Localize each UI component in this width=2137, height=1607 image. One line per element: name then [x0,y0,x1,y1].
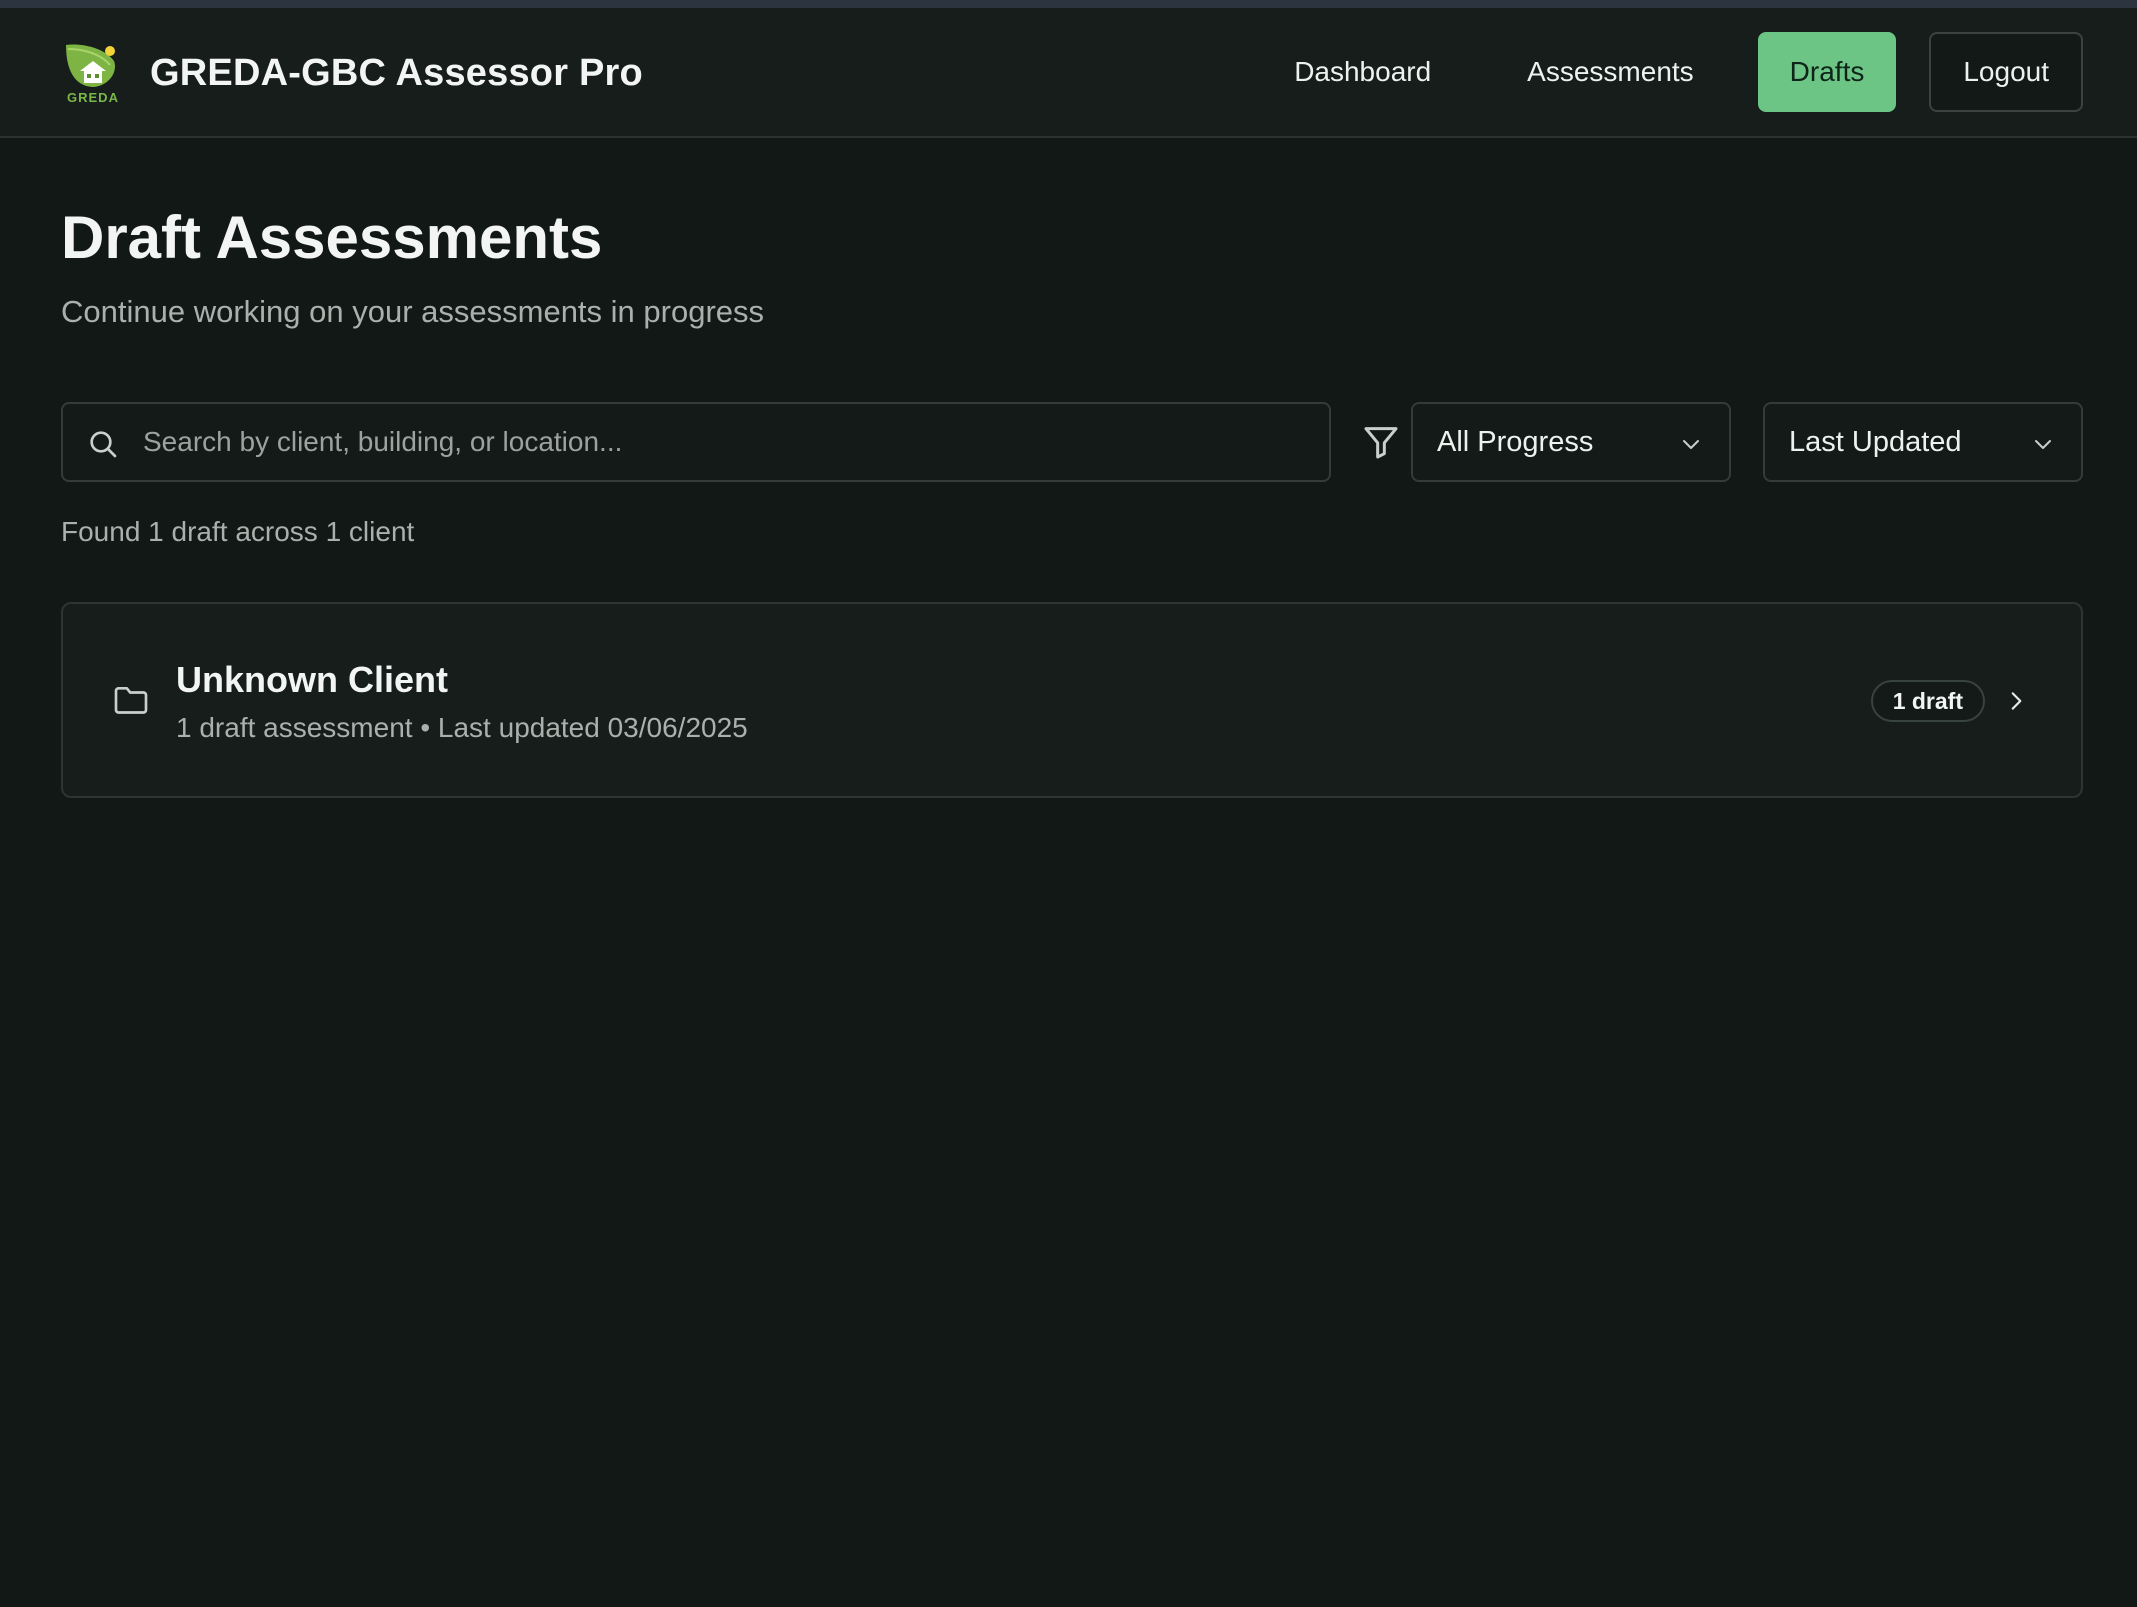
progress-filter-value: All Progress [1437,426,1594,458]
progress-filter-select[interactable]: All Progress [1411,402,1731,482]
sort-value: Last Updated [1789,426,1962,458]
app-title: GREDA-GBC Assessor Pro [150,51,643,94]
window-top-edge [0,0,2137,8]
chevron-right-icon[interactable] [2003,688,2029,714]
search-box[interactable] [61,402,1331,482]
greda-logo: GREDA [60,41,126,105]
page-title: Draft Assessments [61,204,603,271]
client-group-card[interactable]: Unknown Client 1 draft assessment • Last… [61,602,2083,798]
nav-dashboard[interactable]: Dashboard [1246,32,1479,112]
nav-assessments[interactable]: Assessments [1479,32,1742,112]
house-leaf-icon [66,44,116,87]
result-summary: Found 1 draft across 1 client [61,516,415,547]
logo-wordmark: GREDA [67,90,119,105]
chevron-down-icon [2035,440,2051,449]
client-name: Unknown Client [176,659,448,700]
client-meta: 1 draft assessment • Last updated 03/06/… [176,712,748,743]
search-input[interactable] [143,404,1313,480]
sort-select[interactable]: Last Updated [1763,402,2083,482]
search-icon [90,431,117,458]
folder-icon [114,687,148,714]
main-content: Draft Assessments Continue working on yo… [61,138,2083,798]
logout-button[interactable]: Logout [1929,32,2083,112]
filter-bar: All Progress Last Updated [61,402,2083,482]
main-nav: Dashboard Assessments Drafts Logout [1246,32,2083,112]
page-subtitle: Continue working on your assessments in … [61,294,765,329]
brand[interactable]: GREDA GREDA-GBC Assessor Pro [60,38,643,108]
top-navbar: GREDA GREDA-GBC Assessor Pro Dashboard A… [0,8,2137,138]
draft-count-badge: 1 draft [1870,680,1985,722]
filter-icon[interactable] [1361,422,1401,462]
chevron-down-icon [1683,440,1699,449]
nav-drafts[interactable]: Drafts [1757,32,1897,112]
